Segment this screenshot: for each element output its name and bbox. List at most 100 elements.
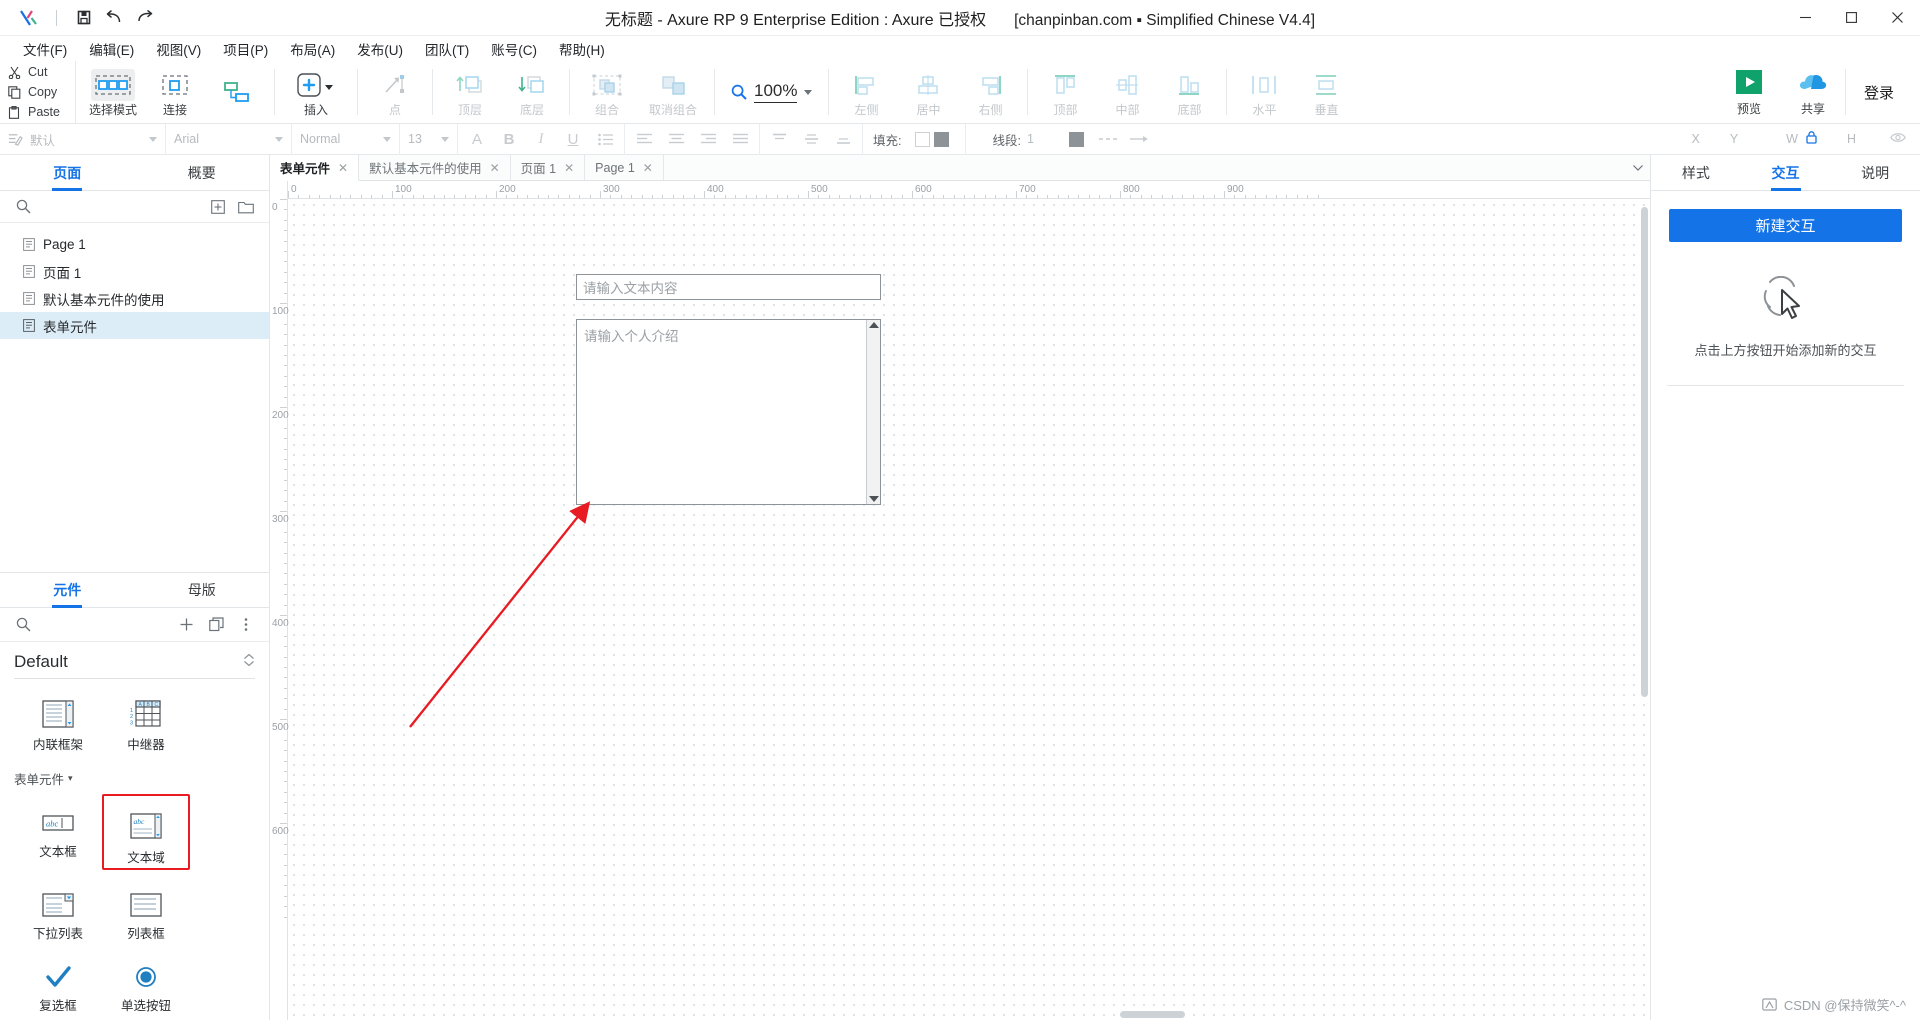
search-icon[interactable] [12,614,34,636]
align-text-center-icon[interactable] [665,124,687,155]
menu-edit[interactable]: 编辑(E) [78,37,145,61]
tab-notes[interactable]: 说明 [1830,155,1920,190]
add-page-icon[interactable] [207,196,229,218]
valign-top-icon[interactable] [768,124,790,155]
point-button[interactable]: 点 [364,61,426,123]
distribute-horizontal-button[interactable]: 水平 [1233,61,1295,123]
align-text-left-icon[interactable] [633,124,655,155]
align-top-button[interactable]: 顶部 [1034,61,1096,123]
align-bottom-button[interactable]: 底部 [1158,61,1220,123]
font-selector[interactable]: Arial [166,123,292,155]
text-area-scrollbar[interactable] [866,320,880,504]
italic-icon[interactable]: I [530,124,552,155]
ungroup-button[interactable]: 取消组合 [638,61,708,123]
doc-tab-page1[interactable]: Page 1 ✕ [585,155,664,180]
canvas-horizontal-scrollbar[interactable] [1120,1011,1185,1018]
menu-file[interactable]: 文件(F) [12,37,78,61]
doc-tab-form-widgets[interactable]: 表单元件 ✕ [270,155,360,181]
close-icon[interactable]: ✕ [338,161,348,175]
menu-publish[interactable]: 发布(U) [346,37,414,61]
tab-outline[interactable]: 概要 [135,155,270,190]
style-selector[interactable]: 默认 [0,123,166,155]
minimize-button[interactable] [1782,0,1828,36]
align-middle-button[interactable]: 中部 [1096,61,1158,123]
tab-widgets[interactable]: 元件 [0,573,135,607]
line-dash-icon[interactable] [1097,124,1119,155]
send-to-back-button[interactable]: 底层 [501,61,563,123]
share-button[interactable]: 共享 [1781,61,1845,123]
widget-droplist[interactable]: 下拉列表 [14,876,102,942]
preview-button[interactable]: 预览 [1717,61,1781,123]
widget-radio-button[interactable]: 单选按钮 [102,948,190,1014]
library-group-header[interactable]: Default [0,642,269,676]
canvas-viewport[interactable]: 0 100 200 300 400 500 600 700 800 900 0 100 200 300 4… [270,181,1650,1020]
align-left-button[interactable]: 左侧 [835,61,897,123]
font-color-icon[interactable]: A [466,124,488,155]
canvas-text-area[interactable]: 请输入个人介绍 [576,319,881,505]
collapse-icon[interactable] [243,653,255,672]
connect-button[interactable]: 连接 [144,61,206,123]
menu-project[interactable]: 项目(P) [212,37,279,61]
group-button[interactable]: 组合 [576,61,638,123]
copy-button[interactable]: Copy [8,82,75,102]
line-width-value[interactable]: 1 [1027,132,1061,146]
align-text-justify-icon[interactable] [729,124,751,155]
search-icon[interactable] [12,196,34,218]
insert-button[interactable]: 插入 [281,61,351,123]
canvas-text-field[interactable]: 请输入文本内容 [576,274,881,300]
fill-color-swatch[interactable] [915,131,931,147]
eye-icon[interactable] [1890,132,1906,146]
save-icon[interactable] [69,5,99,31]
bold-icon[interactable]: B [498,124,520,155]
canvas-grid[interactable]: 请输入文本内容 请输入个人介绍 [288,199,1650,1020]
bullet-list-icon[interactable] [594,124,616,155]
tab-interactions[interactable]: 交互 [1741,155,1831,190]
menu-layout[interactable]: 布局(A) [279,37,346,61]
duplicate-icon[interactable] [205,614,227,636]
widget-text-area[interactable]: abc 文本域 [102,794,190,870]
pages-search-input[interactable] [40,199,201,214]
widget-checkbox[interactable]: 复选框 [14,948,102,1014]
cut-button[interactable]: Cut [8,62,75,82]
doc-tabs-overflow-icon[interactable] [1626,155,1650,180]
add-folder-icon[interactable] [235,196,257,218]
fill-secondary-swatch[interactable] [934,131,950,147]
tab-masters[interactable]: 母版 [135,573,270,607]
tab-pages[interactable]: 页面 [0,155,135,190]
tab-style[interactable]: 样式 [1651,155,1741,190]
menu-team[interactable]: 团队(T) [414,37,480,61]
zoom-control[interactable]: 100% [715,81,828,103]
doc-tab-yemian1[interactable]: 页面 1 ✕ [511,155,586,180]
menu-help[interactable]: 帮助(H) [548,37,616,61]
align-text-right-icon[interactable] [697,124,719,155]
doc-tab-default-widgets[interactable]: 默认基本元件的使用 ✕ [359,155,511,180]
scroll-down-icon[interactable] [868,496,879,502]
distribute-vertical-button[interactable]: 垂直 [1295,61,1357,123]
plus-icon[interactable] [175,614,197,636]
close-button[interactable] [1874,0,1920,36]
line-color-swatch[interactable] [1068,131,1084,147]
lock-icon[interactable] [1806,131,1817,147]
widget-repeater[interactable]: A B C 1 2 3 中继器 [102,687,190,753]
valign-middle-icon[interactable] [800,124,822,155]
font-size-selector[interactable]: 13 [400,123,458,155]
menu-account[interactable]: 账号(C) [480,37,548,61]
underline-icon[interactable]: U [562,124,584,155]
maximize-button[interactable] [1828,0,1874,36]
new-interaction-button[interactable]: 新建交互 [1669,209,1902,242]
page-item-default-widgets[interactable]: 默认基本元件的使用 [0,285,269,312]
redo-icon[interactable] [129,5,159,31]
close-icon[interactable]: ✕ [490,161,500,175]
undo-icon[interactable] [99,5,129,31]
line-arrow-icon[interactable] [1128,124,1150,155]
align-center-button[interactable]: 居中 [897,61,959,123]
close-icon[interactable]: ✕ [643,161,653,175]
relation-button[interactable] [206,61,268,123]
select-mode-button[interactable]: 选择模式 [82,61,144,123]
paste-button[interactable]: Paste [8,102,75,122]
login-button[interactable]: 登录 [1864,82,1894,103]
page-item-yemian1[interactable]: 页面 1 [0,258,269,285]
widget-text-field[interactable]: abc 文本框 [14,794,102,870]
widget-inline-frame[interactable]: 内联框架 [14,687,102,753]
align-right-button[interactable]: 右侧 [959,61,1021,123]
